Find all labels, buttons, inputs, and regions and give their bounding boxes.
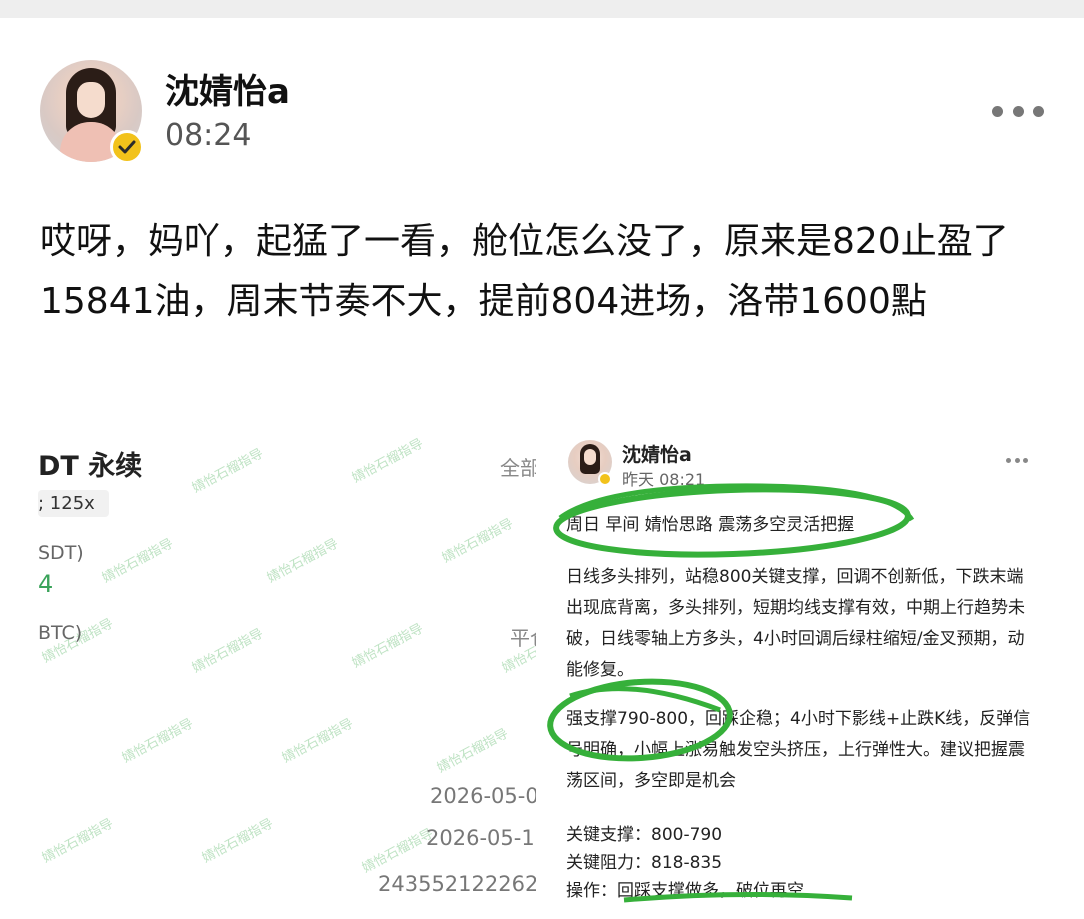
verified-badge-icon	[110, 130, 144, 164]
right-embedded-screenshot[interactable]: 沈婧怡a 昨天 08:21 周日 早间 婧怡思路 震荡多空灵活把握 日线多头排列…	[540, 428, 1060, 919]
btc-label: BTC)	[38, 622, 83, 644]
watermark: 婧怡石榴指导	[39, 816, 116, 867]
watermark: 婧怡石榴指导	[434, 726, 511, 777]
watermark: 婧怡石榴指导	[99, 536, 176, 587]
watermark: 婧怡石榴指导	[199, 816, 276, 867]
leverage-tag[interactable]: ; 125x	[38, 490, 109, 517]
more-horizontal-icon[interactable]	[992, 100, 1044, 122]
post-timestamp: 08:24	[165, 118, 252, 153]
watermark: 婧怡石榴指导	[349, 621, 426, 672]
left-embedded-screenshot[interactable]: 婧怡石榴指导 婧怡石榴指导 婧怡石榴指导 婧怡石榴指导 婧怡石榴指导 婧怡石榴指…	[38, 430, 536, 919]
watermark: 婧怡石榴指导	[119, 716, 196, 767]
usdt-label: SDT)	[38, 542, 84, 564]
record-date-2: 2026-05-1	[426, 826, 535, 850]
close-position-label: 平仓	[510, 626, 536, 650]
watermark: 婧怡石榴指导	[439, 516, 516, 567]
contract-title: DT 永续	[38, 451, 143, 482]
watermark: 婧怡石榴指导	[279, 716, 356, 767]
filter-all-tab[interactable]: 全部	[500, 452, 536, 481]
post-body-text: 哎呀，妈吖，起猛了一看，舱位怎么没了，原来是820止盈了15841油，周末节奏不…	[40, 221, 1009, 322]
record-date-1: 2026-05-0	[430, 784, 536, 808]
post-author-name[interactable]: 沈婧怡a	[165, 64, 290, 113]
watermark: 婧怡石榴指导	[189, 446, 266, 497]
avatar-face	[77, 82, 105, 118]
top-bar	[0, 0, 1084, 18]
watermark: 婧怡石榴指导	[359, 826, 436, 877]
watermark: 婧怡石榴指导	[264, 536, 341, 587]
watermark: 婧怡石榴指导	[349, 436, 426, 487]
watermark: 婧怡石榴指导	[189, 626, 266, 677]
order-id: 2435521222623	[378, 872, 536, 896]
green-annotation-marks	[547, 483, 915, 903]
pnl-value: 4	[38, 570, 54, 598]
